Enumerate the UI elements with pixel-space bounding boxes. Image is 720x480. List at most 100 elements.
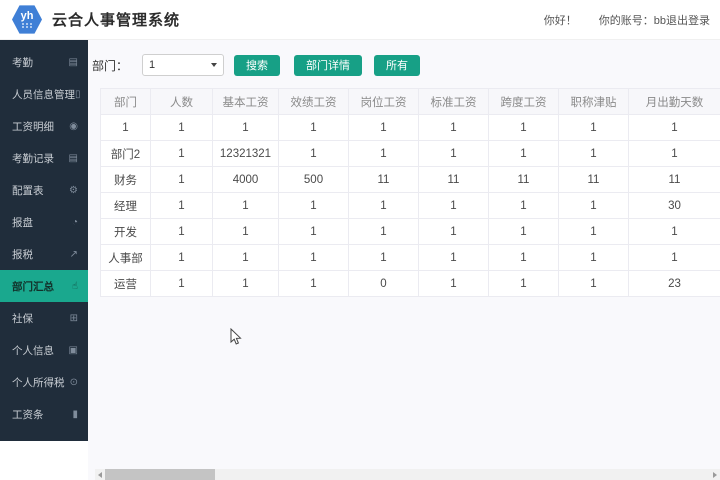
sidebar-item-label: 考勤	[12, 55, 69, 70]
col-header-position-salary: 岗位工资	[349, 89, 419, 115]
cell: 1	[279, 219, 349, 245]
show-all-button[interactable]: 所有	[374, 55, 420, 76]
cell: 1	[349, 219, 419, 245]
sidebar-bottom-gap	[0, 441, 88, 480]
trend-up-icon: ↗	[70, 249, 78, 260]
cell: 1	[629, 141, 720, 167]
account-label: 你的账号：bb	[599, 12, 666, 28]
cell: 500	[279, 167, 349, 193]
sidebar-item-label: 个人所得税	[12, 375, 70, 390]
department-summary-table: 部门 人数 基本工资 效绩工资 岗位工资 标准工资 跨度工资 职称津贴 月出勤天…	[100, 88, 720, 297]
logo-text: yh	[21, 11, 34, 22]
table-row: 经理 1 1 1 1 1 1 1 30	[101, 193, 720, 219]
cell: 1	[559, 115, 629, 141]
table-header-row: 部门 人数 基本工资 效绩工资 岗位工资 标准工资 跨度工资 职称津贴 月出勤天…	[101, 89, 720, 115]
cell: 1	[213, 271, 279, 297]
cell: 0	[349, 271, 419, 297]
cell: 11	[489, 167, 559, 193]
sidebar-item-label: 配置表	[12, 183, 69, 198]
sidebar-item-attendance[interactable]: 考勤 ▤	[0, 46, 88, 78]
cell: 1	[419, 193, 489, 219]
sidebar-item-label: 工资条	[12, 407, 72, 422]
col-header-performance-salary: 效绩工资	[279, 89, 349, 115]
cell: 1	[151, 245, 213, 271]
cell-department: 运营	[101, 271, 151, 297]
logout-link[interactable]: 退出登录	[666, 12, 710, 28]
cell: 1	[151, 115, 213, 141]
record-icon: ▤	[69, 153, 78, 164]
chevron-down-icon	[211, 63, 217, 67]
cell: 1	[151, 271, 213, 297]
cell-department: 部门2	[101, 141, 151, 167]
cell: 1	[559, 245, 629, 271]
topbar-right: 你好！ 你的账号：bb 退出登录	[544, 12, 710, 28]
cell: 23	[629, 271, 720, 297]
cell: 1	[629, 115, 720, 141]
sidebar-item-label: 个人信息	[12, 343, 69, 358]
col-header-title-allowance: 职称津贴	[559, 89, 629, 115]
col-header-headcount: 人数	[151, 89, 213, 115]
cell-department: 人事部	[101, 245, 151, 271]
cell: 1	[629, 219, 720, 245]
cell: 1	[629, 245, 720, 271]
sidebar-item-salary-detail[interactable]: 工资明细 ◉	[0, 110, 88, 142]
cell: 12321321	[213, 141, 279, 167]
pie-chart-icon: ◔	[72, 217, 78, 228]
sidebar-item-personal-info[interactable]: 个人信息 ▣	[0, 334, 88, 366]
sidebar-item-personnel-info[interactable]: 人员信息管理 ▯	[0, 78, 88, 110]
sidebar-item-label: 部门汇总	[12, 279, 72, 294]
department-select[interactable]: 1	[142, 54, 224, 76]
col-header-standard-salary: 标准工资	[419, 89, 489, 115]
table-row: 运营 1 1 1 0 1 1 1 23	[101, 271, 720, 297]
col-header-attendance-days: 月出勤天数	[629, 89, 720, 115]
cell: 1	[279, 271, 349, 297]
cell: 1	[151, 167, 213, 193]
cell: 1	[279, 141, 349, 167]
sidebar-item-report-disk[interactable]: 报盘 ◔	[0, 206, 88, 238]
cell: 1	[279, 115, 349, 141]
sidebar-item-label: 工资明细	[12, 119, 69, 134]
sidebar-item-label: 报税	[12, 247, 70, 262]
cell: 1	[349, 115, 419, 141]
cell: 1	[489, 245, 559, 271]
cell: 1	[419, 245, 489, 271]
sidebar-item-personal-income-tax[interactable]: 个人所得税 ⊙	[0, 366, 88, 398]
search-button[interactable]: 搜索	[234, 55, 280, 76]
cell: 1	[559, 219, 629, 245]
cell: 1	[419, 219, 489, 245]
cell: 11	[419, 167, 489, 193]
table-row: 人事部 1 1 1 1 1 1 1 1	[101, 245, 720, 271]
col-header-base-salary: 基本工资	[213, 89, 279, 115]
grid-icon: ⊞	[70, 313, 78, 324]
department-detail-button[interactable]: 部门详情	[294, 55, 362, 76]
lock-icon: ⊙	[70, 377, 78, 388]
col-header-department: 部门	[101, 89, 151, 115]
cell: 1	[349, 245, 419, 271]
cell: 1	[489, 271, 559, 297]
mouse-cursor	[230, 328, 242, 346]
sidebar-item-label: 报盘	[12, 215, 72, 230]
scrollbar-thumb[interactable]	[105, 469, 215, 480]
cell-department: 1	[101, 115, 151, 141]
main-content: 部门： 1 搜索 部门详情 所有 部门 人数 基本工资 效绩工资 岗位工资 标准…	[88, 40, 720, 480]
cell: 1	[213, 245, 279, 271]
department-filter-label: 部门：	[92, 57, 128, 74]
scroll-right-arrow-icon[interactable]	[710, 469, 720, 480]
cell: 30	[629, 193, 720, 219]
sidebar-item-salary-slip[interactable]: 工资条 ▮	[0, 398, 88, 430]
sidebar-item-label: 考勤记录	[12, 151, 69, 166]
cell-department: 经理	[101, 193, 151, 219]
sidebar-item-tax-report[interactable]: 报税 ↗	[0, 238, 88, 270]
cell: 1	[151, 193, 213, 219]
horizontal-scrollbar[interactable]	[95, 469, 720, 480]
sidebar-item-social-insurance[interactable]: 社保 ⊞	[0, 302, 88, 334]
top-bar: yh 云合人事管理系统 你好！ 你的账号：bb 退出登录	[0, 0, 720, 40]
sidebar-item-attendance-records[interactable]: 考勤记录 ▤	[0, 142, 88, 174]
scroll-left-arrow-icon[interactable]	[95, 469, 105, 480]
cell: 4000	[213, 167, 279, 193]
cell: 1	[349, 141, 419, 167]
table-row: 开发 1 1 1 1 1 1 1 1	[101, 219, 720, 245]
sidebar-item-department-summary[interactable]: 部门汇总 ☝	[0, 270, 88, 302]
sidebar-item-config-table[interactable]: 配置表 ⚙	[0, 174, 88, 206]
cell: 1	[559, 141, 629, 167]
